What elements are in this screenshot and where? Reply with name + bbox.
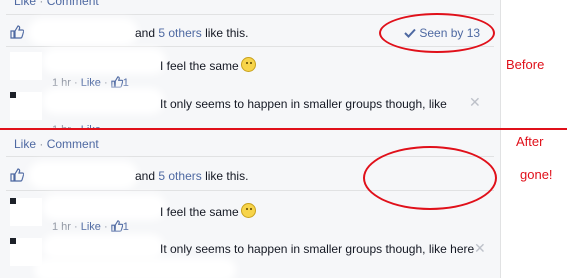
comment-text: I feel the same bbox=[160, 57, 256, 73]
likes-text-tail: like this. bbox=[205, 26, 249, 40]
comment-meta: 1 hr · Like · 1 bbox=[52, 220, 129, 233]
comment-link[interactable]: Comment bbox=[47, 137, 99, 151]
highlight-ellipse-before bbox=[379, 13, 495, 53]
redacted-names bbox=[34, 24, 132, 40]
highlight-ellipse-after bbox=[363, 146, 497, 210]
comment-like-count[interactable]: 1 bbox=[123, 221, 129, 233]
comment-text: I feel the same bbox=[160, 203, 256, 219]
comment-meta: 1 hr · Like · 1 bbox=[52, 76, 129, 89]
redacted-meta bbox=[40, 264, 230, 276]
likes-text-tail: like this. bbox=[205, 169, 249, 183]
likes-text: and bbox=[135, 26, 156, 40]
avatar[interactable] bbox=[10, 92, 42, 120]
avatar[interactable] bbox=[10, 52, 42, 80]
comment-link[interactable]: Comment bbox=[47, 0, 99, 8]
avatar[interactable] bbox=[10, 238, 42, 266]
post-actions: Like · Comment bbox=[14, 0, 500, 8]
timestamp[interactable]: 1 hr bbox=[52, 221, 71, 233]
redacted-author bbox=[48, 94, 158, 108]
separator: · bbox=[39, 0, 44, 8]
comment-like-link[interactable]: Like bbox=[81, 77, 101, 89]
comment-text: It only seems to happen in smaller group… bbox=[160, 97, 447, 111]
before-label: Before bbox=[506, 57, 545, 72]
thumbs-up-icon bbox=[111, 76, 124, 88]
like-link[interactable]: Like bbox=[14, 137, 36, 151]
redacted-author bbox=[48, 200, 160, 214]
others-link[interactable]: 5 others bbox=[158, 169, 201, 183]
redacted-names bbox=[34, 167, 132, 183]
close-icon[interactable]: ✕ bbox=[474, 240, 486, 257]
avatar[interactable] bbox=[10, 198, 42, 226]
gone-label: gone! bbox=[520, 167, 553, 182]
redacted-author bbox=[48, 240, 158, 254]
likes-text: and bbox=[135, 169, 156, 183]
redacted-author bbox=[48, 54, 160, 68]
comment-text: It only seems to happen in smaller group… bbox=[160, 242, 475, 256]
close-icon[interactable]: ✕ bbox=[469, 94, 481, 111]
timestamp[interactable]: 1 hr bbox=[52, 77, 71, 89]
thumbs-up-icon bbox=[10, 25, 25, 42]
comment-like-count[interactable]: 1 bbox=[123, 77, 129, 89]
separator-line bbox=[0, 128, 567, 130]
separator: · bbox=[39, 137, 44, 151]
like-link[interactable]: Like bbox=[14, 0, 36, 8]
others-link[interactable]: 5 others bbox=[158, 26, 201, 40]
thumbs-up-icon bbox=[10, 168, 25, 185]
thumbs-up-icon bbox=[111, 220, 124, 232]
comment-like-link[interactable]: Like bbox=[81, 221, 101, 233]
after-label: After bbox=[516, 134, 544, 149]
smiley-emoji bbox=[240, 203, 256, 218]
smiley-emoji bbox=[240, 57, 256, 72]
